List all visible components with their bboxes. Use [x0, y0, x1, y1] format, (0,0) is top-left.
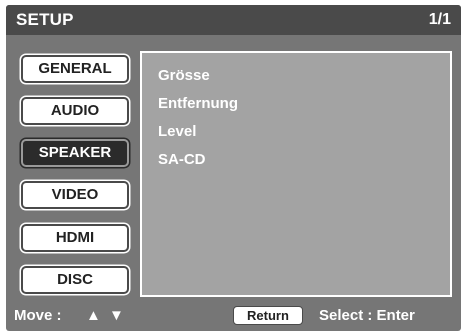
menu-item-level[interactable]: Level	[158, 123, 196, 140]
tab-audio[interactable]: AUDIO	[21, 97, 129, 125]
up-arrow-icon: ▲	[86, 307, 101, 324]
menu-item-entfernung[interactable]: Entfernung	[158, 95, 238, 112]
down-arrow-icon: ▼	[109, 307, 124, 324]
move-label: Move :	[14, 307, 62, 324]
tab-general[interactable]: GENERAL	[21, 55, 129, 83]
menu-item-sa-cd[interactable]: SA-CD	[158, 151, 206, 168]
setup-screen: SETUP 1/1 GENERAL AUDIO SPEAKER VIDEO HD…	[6, 5, 461, 331]
page-indicator: 1/1	[428, 11, 451, 28]
return-button[interactable]: Return	[233, 306, 303, 325]
title-bar: SETUP 1/1	[6, 5, 461, 35]
menu-item-groesse[interactable]: Grösse	[158, 67, 210, 84]
page-title: SETUP	[16, 10, 74, 29]
footer-bar: Move : ▲ ▼ Return Select : Enter	[6, 301, 461, 331]
tab-disc[interactable]: DISC	[21, 266, 129, 294]
tab-video[interactable]: VIDEO	[21, 181, 129, 209]
tab-speaker[interactable]: SPEAKER	[21, 139, 129, 167]
tab-hdmi[interactable]: HDMI	[21, 224, 129, 252]
select-enter-label: Select : Enter	[319, 307, 415, 324]
content-panel: Grösse Entfernung Level SA-CD	[140, 51, 452, 297]
